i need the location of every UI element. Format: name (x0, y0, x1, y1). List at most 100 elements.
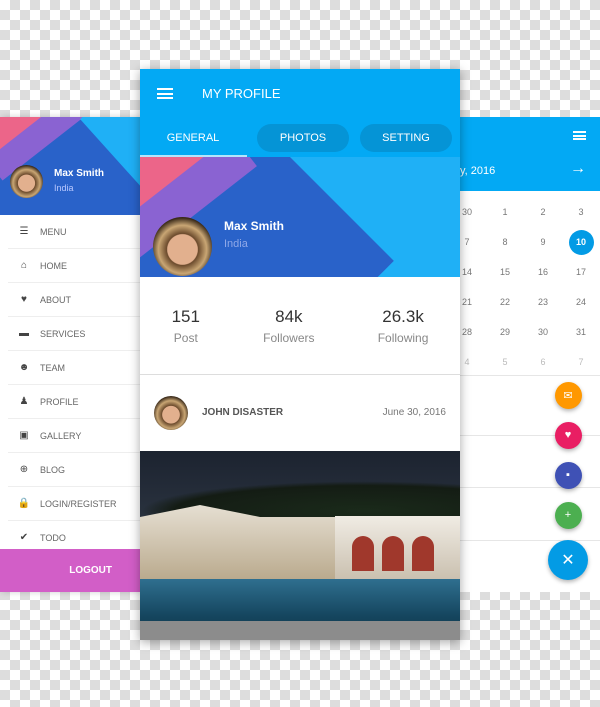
menu-item-label: TODO (40, 532, 66, 543)
calendar-day[interactable]: 8 (486, 227, 524, 257)
stat-posts[interactable]: 151 Post (172, 307, 200, 345)
tab-photos[interactable]: PHOTOS (257, 123, 349, 152)
menu-item-label: TEAM (40, 362, 66, 373)
next-arrow-icon[interactable]: → (570, 160, 586, 178)
calendar-day[interactable]: 28 (460, 317, 486, 347)
side-drawer: Max Smith India ☰ MENU ⌂ HOME ♥ ABOUT ▬ SERVICE… (0, 117, 140, 592)
menu-item-label: MENU (40, 226, 67, 237)
fab-heart-button[interactable]: ♥ (554, 421, 582, 449)
logout-button[interactable]: LOGOUT (0, 549, 140, 592)
user-location: India (54, 183, 74, 193)
calendar-day[interactable]: 10 (562, 227, 600, 257)
profile-header: Max Smith India (140, 157, 460, 277)
lifebuoy-icon: ⊕ (19, 464, 29, 475)
calendar-day[interactable]: 16 (524, 257, 562, 287)
calendar-day[interactable]: 5 (486, 347, 524, 377)
tab-general[interactable]: GENERAL (140, 124, 246, 152)
drawer-menu: ☰ MENU ⌂ HOME ♥ ABOUT ▬ SERVICES ☻ TEAM ♟ PROFILE ▣ G… (0, 215, 140, 555)
post-date: June 30, 2016 (382, 407, 446, 418)
avatar (153, 217, 212, 276)
menu-item-label: PROFILE (40, 396, 79, 407)
lock-icon: 🔒 (17, 498, 31, 509)
stat-value: 84k (275, 306, 303, 326)
menu-item-label: ABOUT (40, 294, 72, 305)
calendar-day[interactable]: 2 (524, 197, 562, 227)
check-icon: ✔ (19, 532, 29, 543)
profile-screen: MY PROFILE GENERAL PHOTOS SETTING Max Sm… (140, 69, 460, 640)
menu-item-profile[interactable]: ♟ PROFILE (8, 385, 140, 419)
hamburger-icon[interactable] (573, 131, 586, 140)
post-author[interactable]: JOHN DISASTER (202, 407, 283, 418)
post-photo[interactable] (140, 451, 460, 640)
menu-item-label: LOGIN/REGISTER (40, 498, 117, 509)
stat-value: 151 (171, 306, 200, 326)
menu-item-menu[interactable]: ☰ MENU (8, 215, 140, 249)
page-title: MY PROFILE (202, 86, 281, 101)
month-bar: y, 2016 → (460, 155, 600, 191)
calendar-day[interactable]: 3 (562, 197, 600, 227)
stat-value: 26.3k (382, 306, 424, 326)
close-icon: ✕ (561, 552, 575, 569)
heart-icon: ♥ (21, 294, 27, 305)
user-name: Max Smith (224, 219, 285, 233)
tab-setting[interactable]: SETTING (360, 123, 452, 152)
save-icon: ▪ (566, 469, 570, 481)
app-bar: MY PROFILE (140, 69, 460, 118)
month-label: y, 2016 (460, 165, 496, 177)
calendar-grid: 30 1 2 3 7 8 9 10 14 15 16 17 21 22 23 24 28 29 30 31 4 5 6 7 (460, 197, 600, 377)
author-avatar (154, 396, 188, 430)
menu-item-label: BLOG (40, 464, 66, 475)
hamburger-icon[interactable] (157, 88, 173, 99)
menu-item-home[interactable]: ⌂ HOME (8, 249, 140, 283)
menu-item-team[interactable]: ☻ TEAM (8, 351, 140, 385)
fab-add-button[interactable]: + (554, 501, 582, 529)
briefcase-icon: ▬ (19, 328, 29, 339)
home-icon: ⌂ (20, 260, 28, 271)
add-icon: + (564, 509, 572, 521)
profile-stats: 151 Post 84k Followers 26.3k Following (140, 277, 460, 375)
menu-item-services[interactable]: ▬ SERVICES (8, 317, 140, 351)
menu-item-blog[interactable]: ⊕ BLOG (8, 453, 140, 487)
calendar-day[interactable]: 14 (460, 257, 486, 287)
calendar-header (460, 117, 600, 155)
user-icon: ♟ (19, 396, 29, 407)
menu-item-label: SERVICES (40, 328, 86, 339)
calendar-day[interactable]: 31 (562, 317, 600, 347)
post-header: JOHN DISASTER June 30, 2016 (140, 375, 460, 451)
calendar-day[interactable]: 4 (460, 347, 486, 377)
stat-label: Following (377, 330, 429, 345)
selected-day: 10 (568, 229, 594, 255)
mail-icon: ✉ (563, 389, 573, 402)
calendar-day[interactable]: 17 (562, 257, 600, 287)
fab-save-button[interactable]: ▪ (554, 461, 582, 489)
tab-bar: GENERAL PHOTOS SETTING (140, 118, 460, 157)
stat-followers[interactable]: 84k Followers (263, 307, 314, 345)
user-location: India (224, 238, 248, 250)
team-icon: ☻ (18, 362, 30, 373)
calendar-day[interactable]: 7 (562, 347, 600, 377)
calendar-day[interactable]: 24 (562, 287, 600, 317)
menu-item-login-register[interactable]: 🔒 LOGIN/REGISTER (8, 487, 140, 521)
calendar-day[interactable]: 29 (486, 317, 524, 347)
calendar-day[interactable]: 30 (460, 197, 486, 227)
calendar-day[interactable]: 9 (524, 227, 562, 257)
fab-mail-button[interactable]: ✉ (554, 381, 582, 409)
menu-item-about[interactable]: ♥ ABOUT (8, 283, 140, 317)
menu-item-label: HOME (40, 260, 67, 271)
calendar-day[interactable]: 21 (460, 287, 486, 317)
fab-close-button[interactable]: ✕ (548, 540, 588, 580)
calendar-day[interactable]: 1 (486, 197, 524, 227)
calendar-day[interactable]: 30 (524, 317, 562, 347)
menu-item-gallery[interactable]: ▣ GALLERY (8, 419, 140, 453)
calendar-day[interactable]: 23 (524, 287, 562, 317)
heart-icon: ♥ (564, 429, 572, 441)
avatar (10, 165, 43, 198)
calendar-day[interactable]: 22 (486, 287, 524, 317)
menu-item-label: GALLERY (40, 430, 82, 441)
stat-following[interactable]: 26.3k Following (378, 307, 429, 345)
calendar-day[interactable]: 7 (460, 227, 486, 257)
calendar-day[interactable]: 15 (486, 257, 524, 287)
drawer-header: Max Smith India (0, 117, 140, 215)
calendar-day[interactable]: 6 (524, 347, 562, 377)
stat-label: Followers (263, 330, 315, 345)
